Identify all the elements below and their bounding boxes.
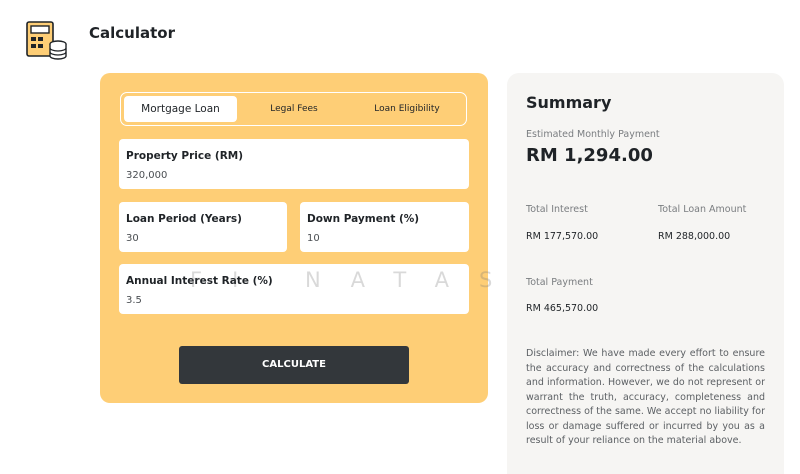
property-price-label: Property Price (RM) — [126, 150, 244, 162]
total-interest-label: Total Interest — [526, 204, 588, 215]
calculator-panel: Mortgage Loan Legal Fees Loan Eligibilit… — [100, 73, 488, 403]
total-loan-amount-value: RM 288,000.00 — [658, 231, 731, 242]
down-payment-label: Down Payment (%) — [307, 213, 420, 225]
loan-period-input[interactable]: 30 — [126, 233, 139, 244]
calculator-icon — [24, 20, 68, 62]
disclaimer-text: Disclaimer: We have made every effort to… — [526, 348, 765, 446]
total-payment-label: Total Payment — [526, 277, 593, 288]
tab-mortgage-loan[interactable]: Mortgage Loan — [124, 96, 237, 122]
down-payment-input[interactable]: 10 — [307, 233, 320, 244]
calculate-button[interactable]: CALCULATE — [179, 346, 409, 384]
property-price-input[interactable]: 320,000 — [126, 170, 167, 181]
tab-loan-eligibility[interactable]: Loan Eligibility — [351, 96, 463, 122]
total-interest-value: RM 177,570.00 — [526, 231, 599, 242]
summary-title: Summary — [526, 93, 612, 112]
interest-rate-input[interactable]: 3.5 — [126, 295, 142, 306]
loan-period-field[interactable]: Loan Period (Years) 30 — [119, 202, 287, 252]
total-loan-amount-label: Total Loan Amount — [658, 204, 747, 215]
down-payment-field[interactable]: Down Payment (%) 10 — [300, 202, 469, 252]
tab-legal-fees[interactable]: Legal Fees — [243, 96, 345, 122]
monthly-payment-value: RM 1,294.00 — [526, 145, 653, 166]
loan-period-label: Loan Period (Years) — [126, 213, 242, 225]
total-payment-value: RM 465,570.00 — [526, 303, 599, 314]
tab-bar: Mortgage Loan Legal Fees Loan Eligibilit… — [120, 92, 467, 126]
summary-panel: Summary Estimated Monthly Payment RM 1,2… — [507, 73, 784, 474]
page-title: Calculator — [89, 24, 175, 42]
property-price-field[interactable]: Property Price (RM) 320,000 — [119, 139, 469, 189]
monthly-payment-label: Estimated Monthly Payment — [526, 129, 660, 140]
